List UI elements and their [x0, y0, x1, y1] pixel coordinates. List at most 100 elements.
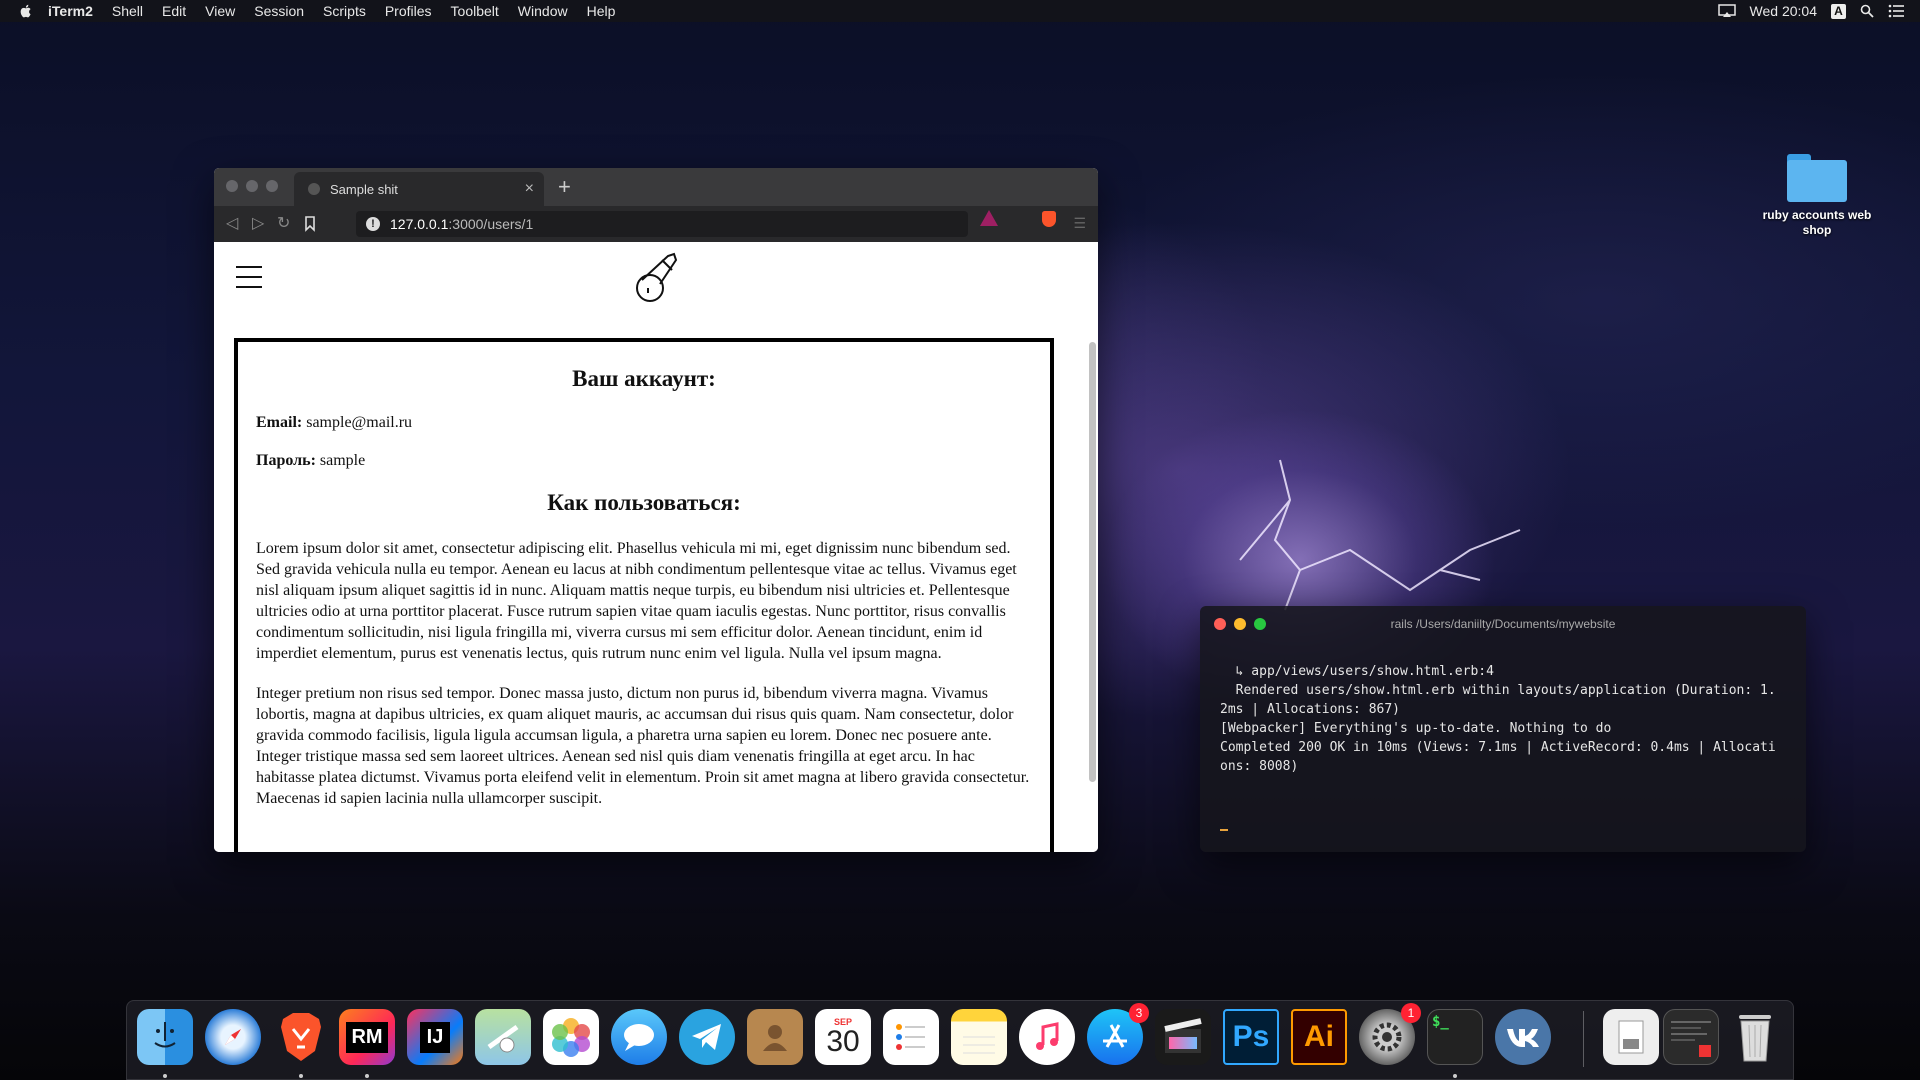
close-window-button[interactable] — [226, 180, 238, 192]
url-path: :3000/users/1 — [448, 216, 534, 232]
menu-toolbelt[interactable]: Toolbelt — [451, 3, 499, 19]
terminal-close-button[interactable] — [1214, 618, 1226, 630]
intellij-icon[interactable]: IJ — [407, 1009, 463, 1065]
terminal-zoom-button[interactable] — [1254, 618, 1266, 630]
dock-separator — [1583, 1011, 1584, 1067]
menu-help[interactable]: Help — [587, 3, 616, 19]
dock: RM IJ SEP 30 3 Ps Ai 1 $_ — [126, 1000, 1794, 1080]
finder-icon[interactable] — [137, 1009, 193, 1065]
menu-edit[interactable]: Edit — [162, 3, 186, 19]
email-label: Email: — [256, 414, 303, 431]
email-row: Email: sample@mail.ru — [256, 414, 1032, 432]
menu-app-name[interactable]: iTerm2 — [48, 3, 93, 19]
calendar-day: 30 — [826, 1025, 860, 1058]
documents-stack-icon[interactable] — [1663, 1009, 1719, 1065]
browser-window: Sample shit × + ◁ ▷ ↻ ! 127.0.0.1:3000/u… — [214, 168, 1098, 852]
iterm-icon[interactable]: $_ — [1427, 1009, 1483, 1065]
menubar-clock[interactable]: Wed 20:04 — [1750, 3, 1817, 19]
airplay-icon[interactable] — [1717, 4, 1736, 18]
brave-running-indicator — [299, 1074, 303, 1078]
menu-session[interactable]: Session — [254, 3, 304, 19]
terminal-titlebar: rails /Users/daniilty/Documents/mywebsit… — [1200, 606, 1806, 642]
illustrator-icon[interactable]: Ai — [1291, 1009, 1347, 1065]
downloads-stack-icon[interactable] — [1603, 1009, 1659, 1065]
bookmark-icon[interactable] — [304, 216, 316, 232]
menubar-status-area: Wed 20:04 A — [1717, 0, 1904, 22]
site-info-icon[interactable]: ! — [366, 217, 380, 231]
apple-menu-icon[interactable] — [18, 3, 34, 19]
safari-icon[interactable] — [205, 1009, 261, 1065]
system-preferences-icon[interactable]: 1 — [1359, 1003, 1421, 1065]
photos-icon[interactable] — [543, 1009, 599, 1065]
app-store-icon[interactable]: 3 — [1087, 1003, 1149, 1065]
hamburger-menu-icon[interactable] — [236, 266, 262, 288]
tab-title: Sample shit — [330, 181, 398, 197]
page-scrollbar[interactable] — [1089, 342, 1096, 782]
menu-scripts[interactable]: Scripts — [323, 3, 366, 19]
app-store-badge: 3 — [1129, 1003, 1149, 1023]
folder-label: ruby accounts web shop — [1762, 208, 1872, 237]
iterm-running-indicator — [1453, 1074, 1457, 1078]
reload-icon[interactable]: ↻ — [277, 213, 290, 233]
browser-menu-icon[interactable]: ☰ — [1073, 215, 1086, 232]
photoshop-icon[interactable]: Ps — [1223, 1009, 1279, 1065]
forward-icon[interactable]: ▷ — [252, 213, 264, 233]
tab-close-icon[interactable]: × — [525, 180, 534, 198]
password-value: sample — [319, 452, 366, 469]
howto-heading: Как пользоваться: — [547, 490, 741, 515]
brave-browser-icon[interactable] — [273, 1009, 329, 1065]
menu-window[interactable]: Window — [518, 3, 568, 19]
browser-toolbar: ◁ ▷ ↻ ! 127.0.0.1:3000/users/1 ☰ — [214, 206, 1098, 242]
browser-tab-bar: Sample shit × + — [214, 168, 1098, 206]
notes-icon[interactable] — [951, 1009, 1007, 1065]
trash-icon[interactable] — [1727, 1009, 1783, 1065]
password-label: Пароль: — [256, 452, 316, 469]
address-bar[interactable]: ! 127.0.0.1:3000/users/1 — [356, 211, 968, 237]
terminal-output[interactable]: ↳ app/views/users/show.html.erb:4 Render… — [1200, 642, 1806, 776]
menu-profiles[interactable]: Profiles — [385, 3, 432, 19]
maps-icon[interactable] — [475, 1009, 531, 1065]
email-value: sample@mail.ru — [306, 414, 413, 431]
calendar-icon[interactable]: SEP 30 — [815, 1009, 871, 1065]
folder-icon — [1787, 154, 1847, 202]
spotlight-search-icon[interactable] — [1860, 4, 1874, 18]
new-tab-icon[interactable]: + — [558, 174, 571, 200]
system-preferences-badge: 1 — [1401, 1003, 1421, 1023]
finder-running-indicator — [163, 1074, 167, 1078]
account-heading: Ваш аккаунт: — [572, 366, 716, 391]
back-icon[interactable]: ◁ — [226, 213, 238, 233]
rewards-area — [966, 206, 1006, 242]
minimize-window-button[interactable] — [246, 180, 258, 192]
reminders-icon[interactable] — [883, 1009, 939, 1065]
browser-tab[interactable]: Sample shit × — [294, 172, 544, 206]
howto-paragraph-1: Lorem ipsum dolor sit amet, consectetur … — [256, 540, 1017, 662]
vk-icon[interactable] — [1495, 1009, 1551, 1065]
web-page: Ваш аккаунт: Email: sample@mail.ru Парол… — [214, 242, 1098, 852]
password-row: Пароль: sample — [256, 452, 1032, 470]
howto-paragraph-2: Integer pretium non risus sed tempor. Do… — [256, 685, 1030, 807]
terminal-minimize-button[interactable] — [1234, 618, 1246, 630]
final-cut-icon[interactable] — [1155, 1009, 1211, 1065]
zoom-window-button[interactable] — [266, 180, 278, 192]
rubymine-icon[interactable]: RM — [339, 1009, 395, 1065]
menu-shell[interactable]: Shell — [112, 3, 143, 19]
site-logo-icon[interactable] — [632, 250, 684, 306]
telegram-icon[interactable] — [679, 1009, 735, 1065]
notification-center-icon[interactable] — [1888, 4, 1904, 18]
brave-rewards-icon[interactable] — [980, 210, 998, 226]
contacts-icon[interactable] — [747, 1009, 803, 1065]
desktop-folder[interactable]: ruby accounts web shop — [1752, 154, 1882, 238]
account-card: Ваш аккаунт: Email: sample@mail.ru Парол… — [234, 338, 1054, 852]
url-host: 127.0.0.1 — [390, 216, 449, 232]
brave-shields-icon[interactable] — [1042, 211, 1056, 227]
menu-view[interactable]: View — [205, 3, 235, 19]
terminal-title: rails /Users/daniilty/Documents/mywebsit… — [1390, 617, 1616, 631]
terminal-cursor — [1220, 829, 1228, 831]
messages-icon[interactable] — [611, 1009, 667, 1065]
terminal-window: rails /Users/daniilty/Documents/mywebsit… — [1200, 606, 1806, 852]
tab-favicon-icon — [308, 183, 320, 195]
music-icon[interactable] — [1019, 1009, 1075, 1065]
rubymine-running-indicator — [365, 1074, 369, 1078]
input-source-icon[interactable]: A — [1831, 3, 1846, 19]
menu-bar: iTerm2 Shell Edit View Session Scripts P… — [0, 0, 1920, 22]
